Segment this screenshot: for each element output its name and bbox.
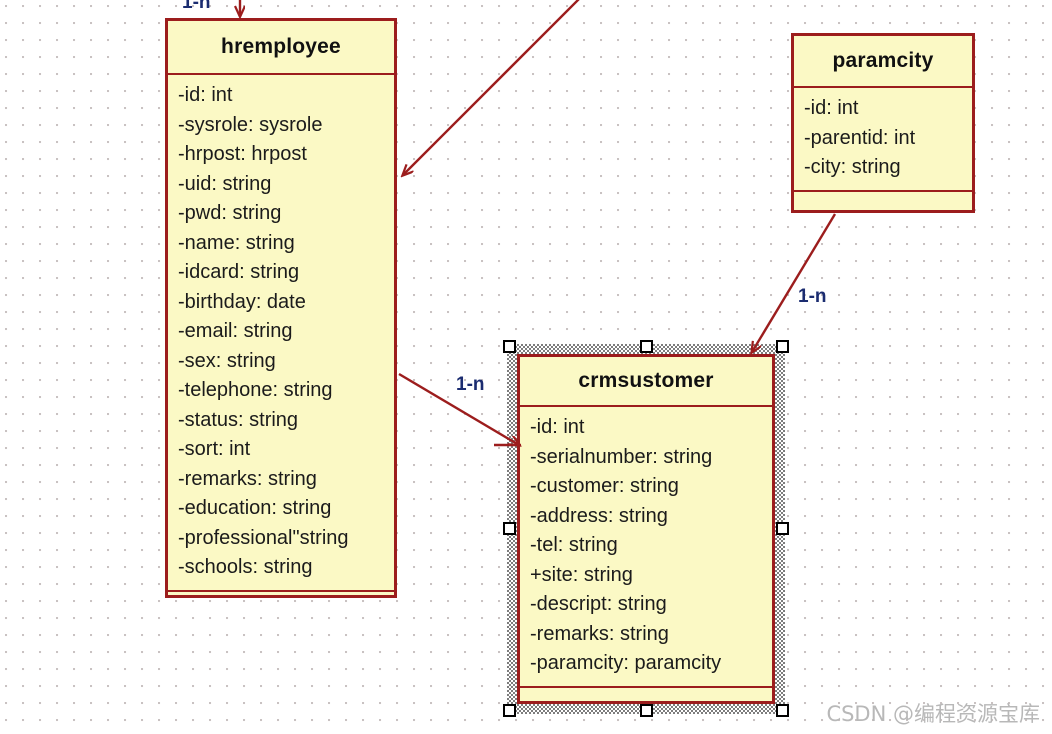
attribute-row: -sysrole: sysrole	[178, 113, 323, 136]
attribute-row: -sex: string	[178, 349, 276, 372]
method-compartment-hremployee	[168, 592, 394, 618]
resize-handle-sw[interactable]	[503, 704, 516, 717]
uml-class-paramcity[interactable]: paramcity -id: int -parentid: int -city:…	[791, 33, 975, 213]
attribute-row: +site: string	[530, 563, 633, 586]
attribute-row: -birthday: date	[178, 290, 306, 313]
resize-handle-se[interactable]	[776, 704, 789, 717]
method-compartment-paramcity	[794, 192, 972, 218]
resize-handle-n[interactable]	[639, 340, 653, 353]
connector-incoming-top	[403, 0, 580, 175]
class-title-paramcity: paramcity	[794, 36, 972, 88]
attribute-row: -id: int	[804, 97, 859, 119]
resize-handle-w[interactable]	[503, 522, 516, 535]
multiplicity-label-paramcity-crmsustomer: 1-n	[798, 286, 827, 307]
multiplicity-label-top: 1-n	[182, 0, 211, 13]
attribute-compartment-crmsustomer: -id: int -serialnumber: string -customer…	[520, 407, 772, 688]
attribute-row: -descript: string	[530, 593, 667, 615]
resize-handle-e[interactable]	[776, 522, 789, 535]
attribute-row: -customer: string	[530, 475, 679, 497]
attribute-row: -schools: string	[178, 556, 313, 578]
attribute-row: -serialnumber: string	[530, 445, 713, 468]
uml-class-hremployee[interactable]: hremployee -id: int -sysrole: sysrole -h…	[165, 18, 397, 598]
attribute-row: -id: int	[530, 416, 585, 438]
attribute-compartment-hremployee: -id: int -sysrole: sysrole -hrpost: hrpo…	[168, 75, 394, 592]
attribute-row: -hrpost: hrpost	[178, 143, 307, 165]
attribute-compartment-paramcity: -id: int -parentid: int -city: string	[794, 88, 972, 192]
attribute-row: -id: int	[178, 84, 233, 106]
attribute-row: -remarks: string	[530, 622, 669, 645]
class-title-hremployee: hremployee	[168, 21, 394, 75]
watermark: CSDN @编程资源宝库	[826, 702, 1040, 726]
attribute-row: -uid: string	[178, 172, 272, 195]
attribute-row: -professional"string	[178, 526, 349, 549]
resize-handle-s[interactable]	[639, 704, 653, 717]
attribute-row: -email: string	[178, 320, 293, 342]
resize-handle-nw[interactable]	[503, 340, 516, 353]
attribute-row: -remarks: string	[178, 467, 317, 490]
attribute-row: -education: string	[178, 497, 332, 519]
resize-handle-ne[interactable]	[776, 340, 789, 353]
attribute-row: -idcard: string	[178, 261, 300, 283]
uml-class-crmsustomer[interactable]: crmsustomer -id: int -serialnumber: stri…	[517, 354, 775, 704]
attribute-row: -telephone: string	[178, 379, 333, 401]
attribute-row: -tel: string	[530, 534, 618, 556]
attribute-row: -pwd: string	[178, 202, 282, 224]
class-title-crmsustomer: crmsustomer	[520, 357, 772, 407]
attribute-row: -sort: int	[178, 438, 251, 460]
multiplicity-label-hremployee-crmsustomer: 1-n	[456, 374, 485, 395]
attribute-row: -city: string	[804, 156, 901, 178]
connector-paramcity-to-crmsustomer	[752, 213, 837, 352]
attribute-row: -paramcity: paramcity	[530, 652, 722, 674]
attribute-row: -name: string	[178, 231, 295, 254]
diagram-canvas[interactable]: 1-n 1-n 1-n hremployee -id: int -sysrole…	[0, 0, 1052, 734]
attribute-row: -parentid: int	[804, 126, 916, 149]
attribute-row: -address: string	[530, 504, 668, 527]
attribute-row: -status: string	[178, 408, 299, 431]
